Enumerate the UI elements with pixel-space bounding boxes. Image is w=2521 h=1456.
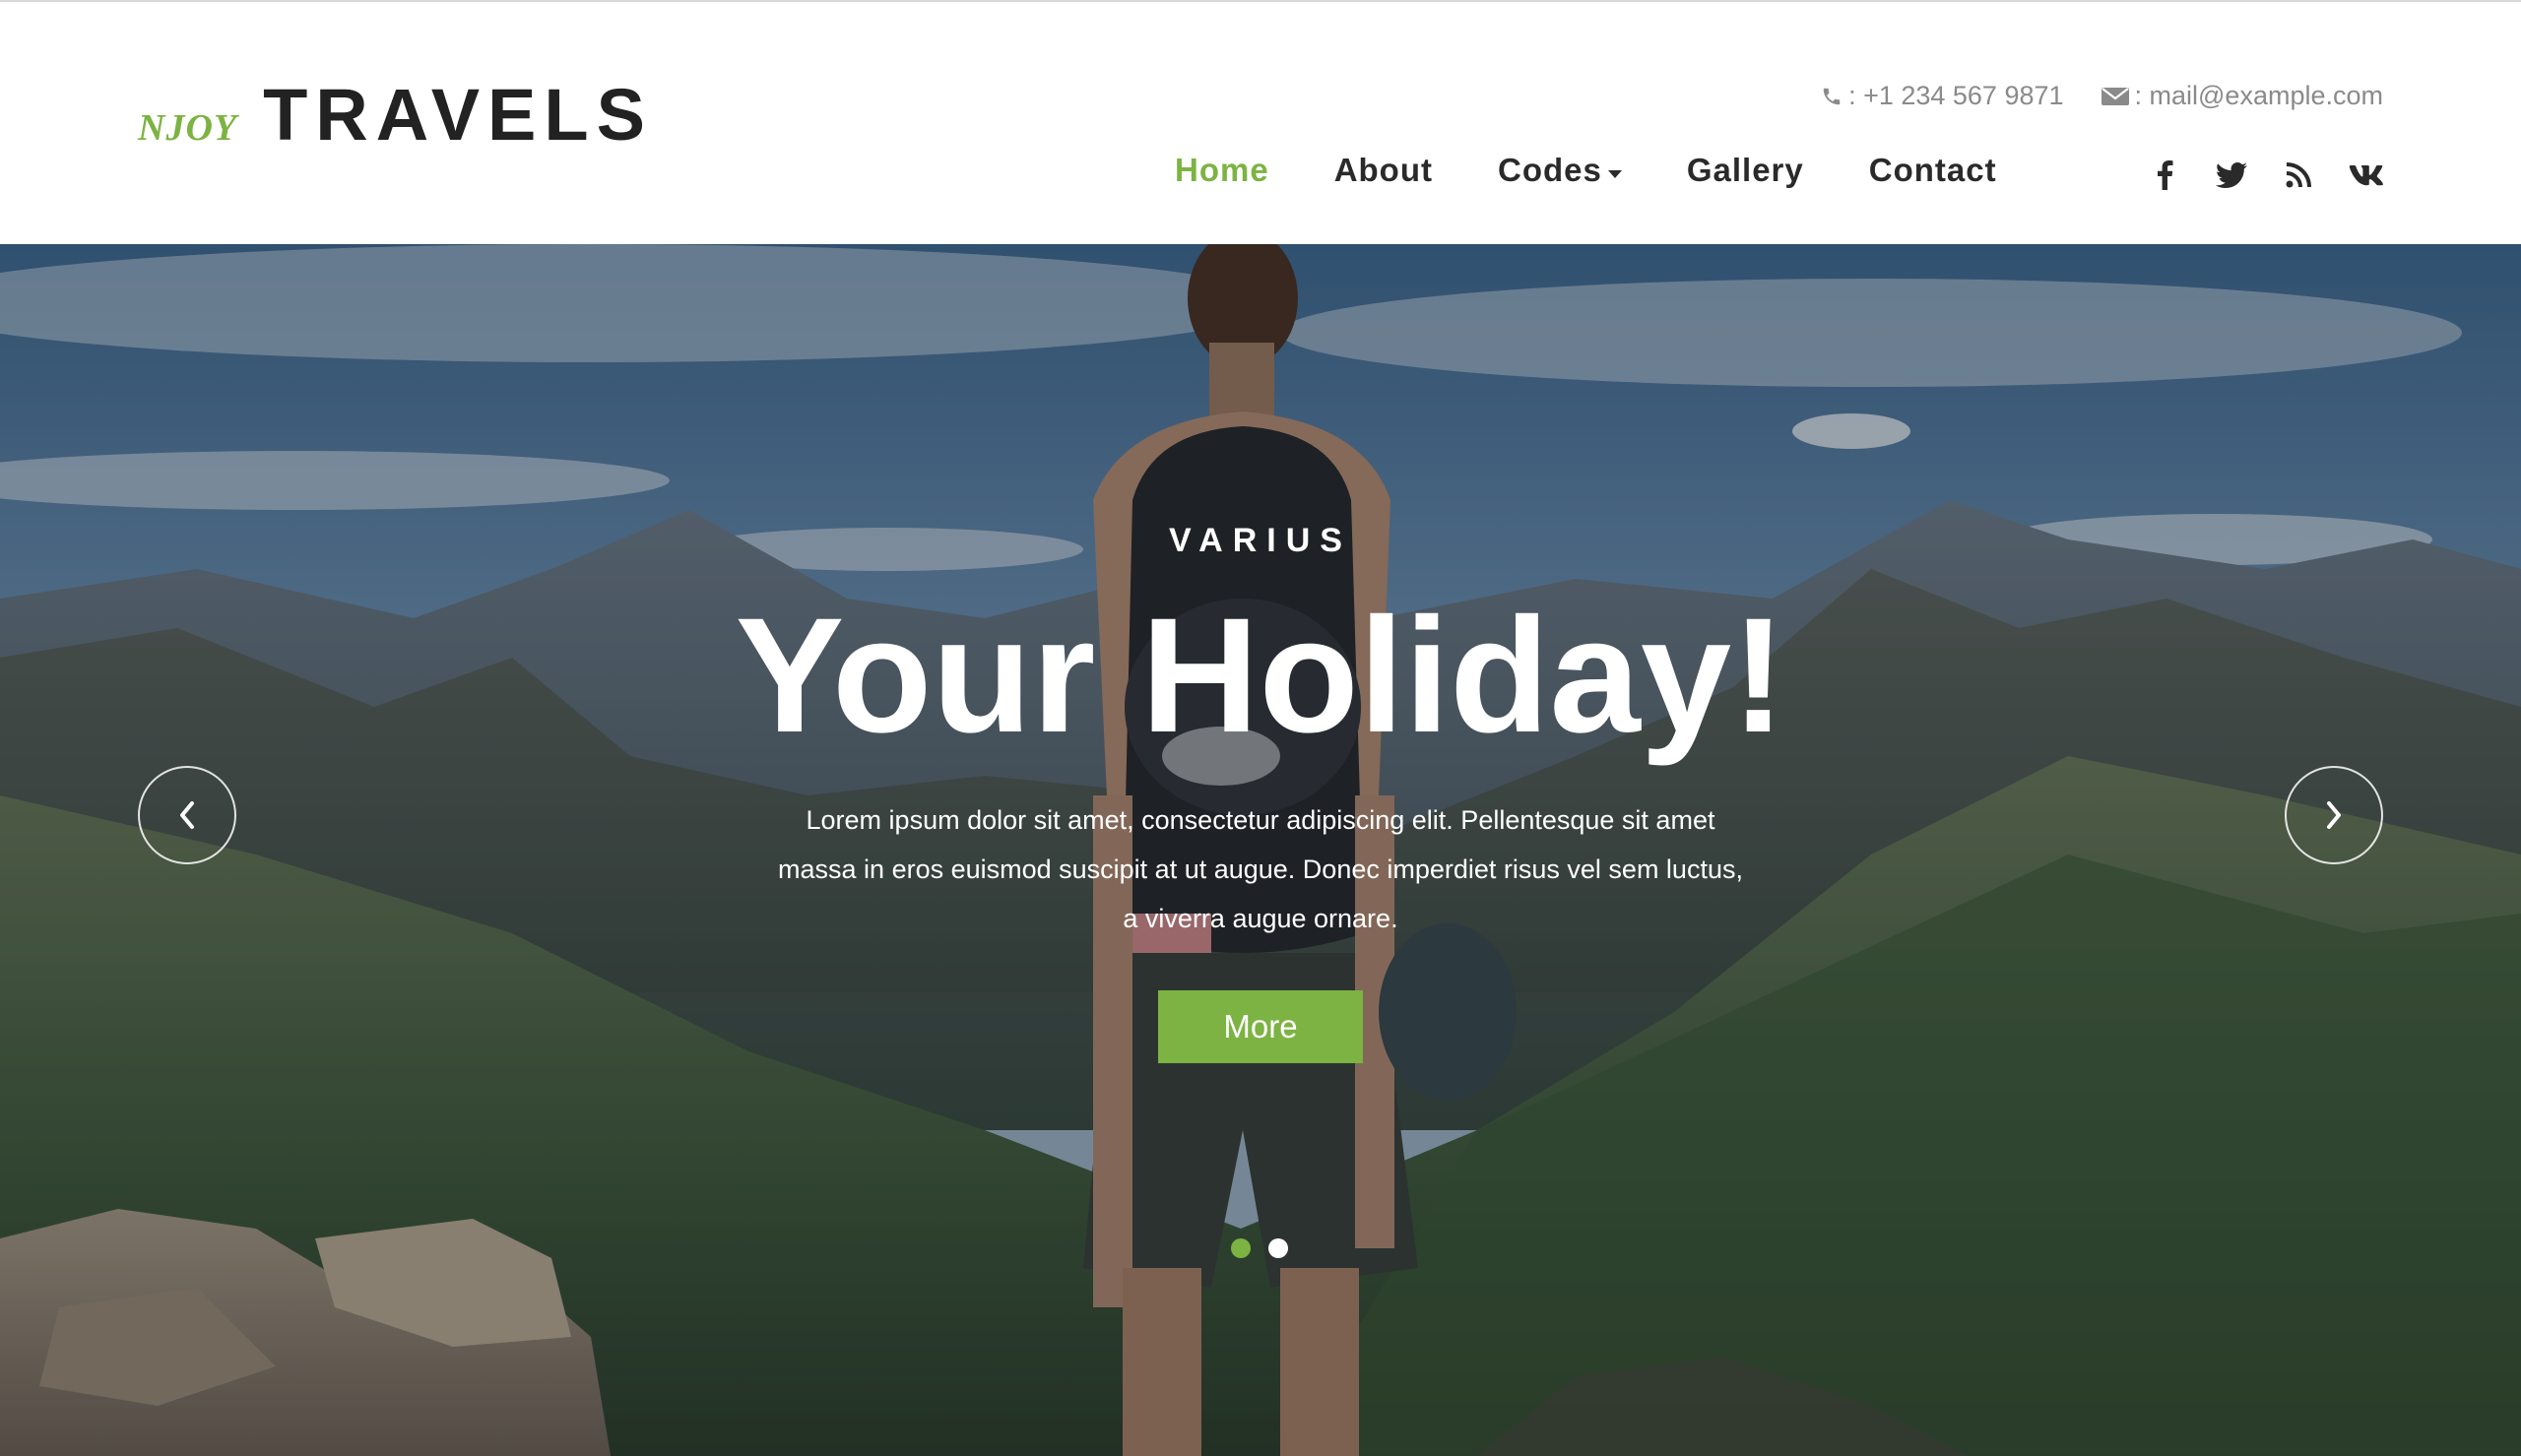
prev-slide-button[interactable] bbox=[138, 766, 236, 864]
facebook-icon[interactable] bbox=[2147, 158, 2182, 193]
nav-label: Gallery bbox=[1686, 152, 1804, 188]
nav-item-home[interactable]: Home bbox=[1175, 152, 1269, 189]
nav-label: Codes bbox=[1497, 152, 1602, 188]
vk-icon[interactable] bbox=[2348, 158, 2383, 193]
phone-icon bbox=[1823, 88, 1841, 104]
slide-indicators bbox=[1231, 1238, 1306, 1258]
chevron-left-icon bbox=[180, 801, 194, 829]
nav-item-codes[interactable]: Codes bbox=[1498, 152, 1622, 189]
nav-label: Contact bbox=[1868, 152, 1997, 188]
email-contact[interactable]: : mail@example.com bbox=[2101, 81, 2383, 111]
rss-icon[interactable] bbox=[2281, 158, 2316, 193]
hero-kicker: VARIUS bbox=[1169, 522, 1352, 559]
nav-item-contact[interactable]: Contact bbox=[1869, 152, 1997, 189]
phone-text: : +1 234 567 9871 bbox=[1848, 81, 2064, 110]
nav-label: About bbox=[1333, 152, 1433, 188]
hero-description: Lorem ipsum dolor sit amet, consectetur … bbox=[778, 805, 1743, 933]
site-header: NJOY TRAVELS : +1 234 567 9871 : mail@ex… bbox=[0, 0, 2521, 244]
envelope-icon bbox=[2101, 87, 2129, 105]
contact-bar: : +1 234 567 9871 : mail@example.com bbox=[1821, 81, 2383, 111]
nav-item-about[interactable]: About bbox=[1334, 152, 1433, 189]
twitter-icon[interactable] bbox=[2214, 158, 2249, 193]
chevron-right-icon bbox=[2327, 801, 2341, 829]
social-links bbox=[2115, 158, 2383, 193]
hero-content: VARIUS Your Holiday! Lorem ipsum dolor s… bbox=[0, 244, 2521, 1456]
site-logo[interactable]: NJOY TRAVELS bbox=[138, 79, 653, 152]
logo-small-text: NJOY bbox=[138, 107, 238, 149]
nav-label: Home bbox=[1175, 152, 1269, 188]
more-button[interactable]: More bbox=[1158, 990, 1363, 1063]
slide-dot-2[interactable] bbox=[1268, 1238, 1288, 1258]
phone-contact[interactable]: : +1 234 567 9871 bbox=[1821, 81, 2064, 111]
slide-dot-1[interactable] bbox=[1231, 1238, 1251, 1258]
nav-item-gallery[interactable]: Gallery bbox=[1687, 152, 1804, 189]
logo-main-text: TRAVELS bbox=[263, 74, 653, 156]
email-text: : mail@example.com bbox=[2134, 81, 2383, 110]
caret-down-icon bbox=[1607, 170, 1622, 178]
main-nav: Home About Codes Gallery Contact bbox=[1175, 152, 2062, 189]
hero-headline: Your Holiday! bbox=[735, 585, 1786, 767]
next-slide-button[interactable] bbox=[2285, 766, 2383, 864]
hero-slider: VARIUS Your Holiday! Lorem ipsum dolor s… bbox=[0, 244, 2521, 1456]
